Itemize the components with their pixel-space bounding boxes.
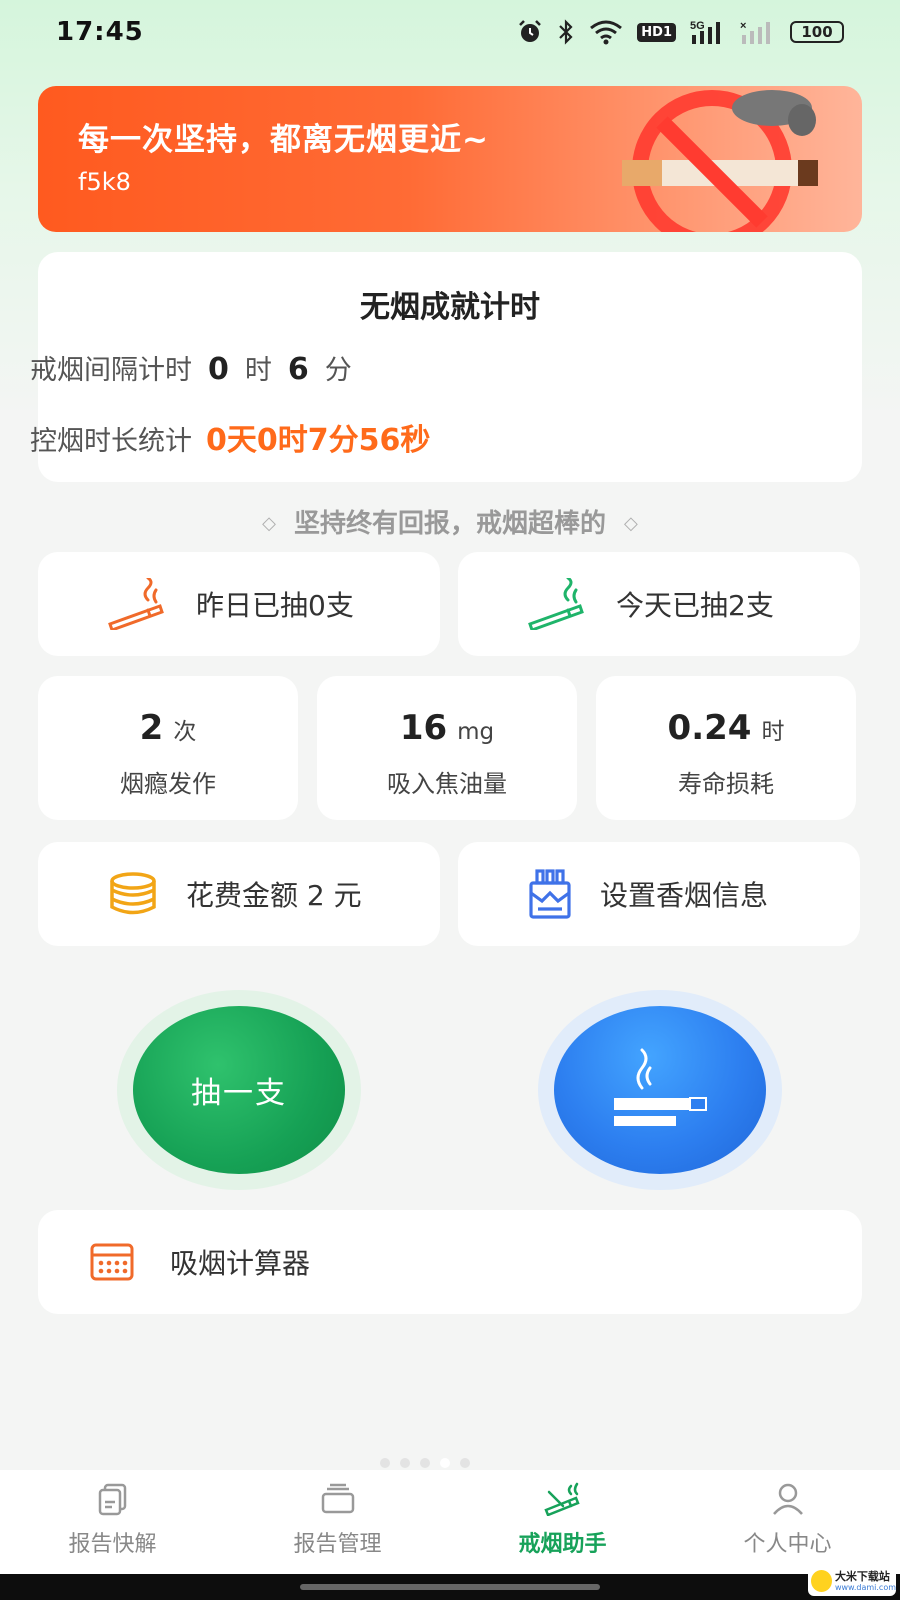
money-spent-label: 花费金额 2 元 — [186, 879, 362, 912]
interval-label: 戒烟间隔计时 — [30, 355, 192, 386]
tab-personal-center[interactable]: 个人中心 — [675, 1470, 900, 1574]
signal-icon: × — [740, 20, 770, 44]
watermark-url: www.dami.com — [834, 1582, 896, 1592]
svg-text:×: × — [740, 20, 746, 32]
set-cigarette-info-label: 设置香烟信息 — [600, 879, 769, 912]
pager-dot — [380, 1458, 390, 1468]
tab-label: 个人中心 — [743, 1532, 832, 1557]
stat-label: 吸入焦油量 — [387, 770, 507, 798]
smoke-one-button[interactable]: 抽一支 — [133, 1006, 345, 1174]
coins-icon — [110, 872, 156, 915]
minute-unit: 分 — [324, 355, 352, 386]
document-icon — [98, 1483, 126, 1516]
tab-report-quick[interactable]: 报告快解 — [0, 1470, 225, 1574]
no-smoking-icon — [622, 90, 818, 232]
person-icon — [772, 1483, 803, 1515]
duration-label: 控烟时长统计 — [30, 426, 192, 457]
today-smoked-label: 今天已抽2支 — [616, 589, 774, 622]
stat-unit: 时 — [761, 719, 785, 745]
banner-title: 每一次坚持，都离无烟更近~ — [78, 122, 489, 158]
pager-dot — [460, 1458, 470, 1468]
duration-row: 控烟时长统计 0天0时7分56秒 — [30, 415, 430, 459]
motto-label: 坚持终有回报，戒烟超棒的 — [293, 509, 606, 539]
yesterday-smoked-label: 昨日已抽0支 — [196, 589, 354, 622]
tar-intake-card: 16 mg 吸入焦油量 — [317, 676, 577, 820]
hd-icon: HD1 — [637, 22, 676, 42]
stat-label: 寿命损耗 — [678, 770, 774, 798]
svg-text:5G: 5G — [690, 20, 705, 32]
cigarette-icon — [543, 1482, 580, 1516]
pager-dot — [420, 1458, 430, 1468]
pager-dot-active — [440, 1458, 450, 1468]
mascot-icon — [811, 1570, 832, 1592]
cigarette-icon — [528, 578, 584, 630]
calculator-icon — [90, 1243, 134, 1281]
diamond-icon: ◇ — [624, 513, 638, 534]
folder-icon — [321, 1483, 354, 1514]
status-bar: 17:45 HD1 5G × 100 — [0, 0, 900, 64]
stat-value: 2 — [139, 708, 164, 748]
cigarette-icon — [108, 578, 164, 630]
motto-text: ◇ 坚持终有回报，戒烟超棒的 ◇ — [0, 503, 900, 540]
craving-count-card: 2次 烟瘾发作 — [38, 676, 298, 820]
tab-quit-assistant[interactable]: 戒烟助手 — [450, 1470, 675, 1574]
money-spent-card[interactable]: 花费金额 2 元 — [38, 842, 440, 946]
smoking-calculator-label: 吸烟计算器 — [170, 1247, 311, 1280]
smoking-calculator-card[interactable]: 吸烟计算器 — [38, 1210, 862, 1314]
bluetooth-icon — [559, 19, 573, 45]
tab-report-manage[interactable]: 报告管理 — [225, 1470, 450, 1574]
diamond-icon: ◇ — [262, 513, 276, 534]
stat-value: 16 — [399, 708, 448, 748]
tab-label: 戒烟助手 — [518, 1532, 607, 1557]
status-time: 17:45 — [56, 17, 144, 47]
cigarette-icon — [614, 1048, 707, 1126]
tab-label: 报告管理 — [293, 1532, 382, 1557]
interval-hours: 0 — [208, 352, 229, 387]
interval-minutes: 6 — [287, 352, 309, 387]
status-icons: HD1 5G × 100 — [517, 19, 844, 45]
signal-icon: 5G — [690, 20, 720, 44]
pager-dots — [380, 1458, 470, 1468]
hour-unit: 时 — [244, 355, 272, 386]
interval-timer-row: 戒烟间隔计时 0 时 6 分 — [30, 348, 352, 387]
yesterday-smoked-card[interactable]: 昨日已抽0支 — [38, 552, 440, 656]
bottom-tab-bar: 报告快解 报告管理 戒烟助手 个人中心 — [0, 1470, 900, 1574]
timer-title: 无烟成就计时 — [360, 290, 540, 325]
wifi-icon — [590, 20, 623, 45]
motivation-banner[interactable]: 每一次坚持，都离无烟更近~ f5k8 — [38, 86, 862, 232]
watermark-text: 大米下载站 — [834, 1569, 890, 1583]
pager-dot — [400, 1458, 410, 1468]
quit-smoking-button[interactable] — [554, 1006, 766, 1174]
stat-label: 烟瘾发作 — [120, 770, 216, 798]
stat-unit: mg — [457, 719, 495, 745]
watermark-logo: 大米下载站 www.dami.com — [808, 1566, 896, 1596]
tab-label: 报告快解 — [68, 1532, 157, 1557]
today-smoked-card[interactable]: 今天已抽2支 — [458, 552, 860, 656]
stat-value: 0.24 — [667, 708, 752, 748]
alarm-icon — [519, 20, 542, 42]
cigarette-pack-icon — [529, 869, 571, 919]
battery-icon: 100 — [790, 21, 844, 43]
set-cigarette-info-card[interactable]: 设置香烟信息 — [458, 842, 860, 946]
duration-value: 0天0时7分56秒 — [206, 423, 431, 458]
stat-unit: 次 — [173, 719, 197, 745]
banner-subtitle: f5k8 — [78, 168, 131, 196]
life-loss-card: 0.24 时 寿命损耗 — [596, 676, 856, 820]
home-indicator[interactable] — [300, 1584, 600, 1590]
